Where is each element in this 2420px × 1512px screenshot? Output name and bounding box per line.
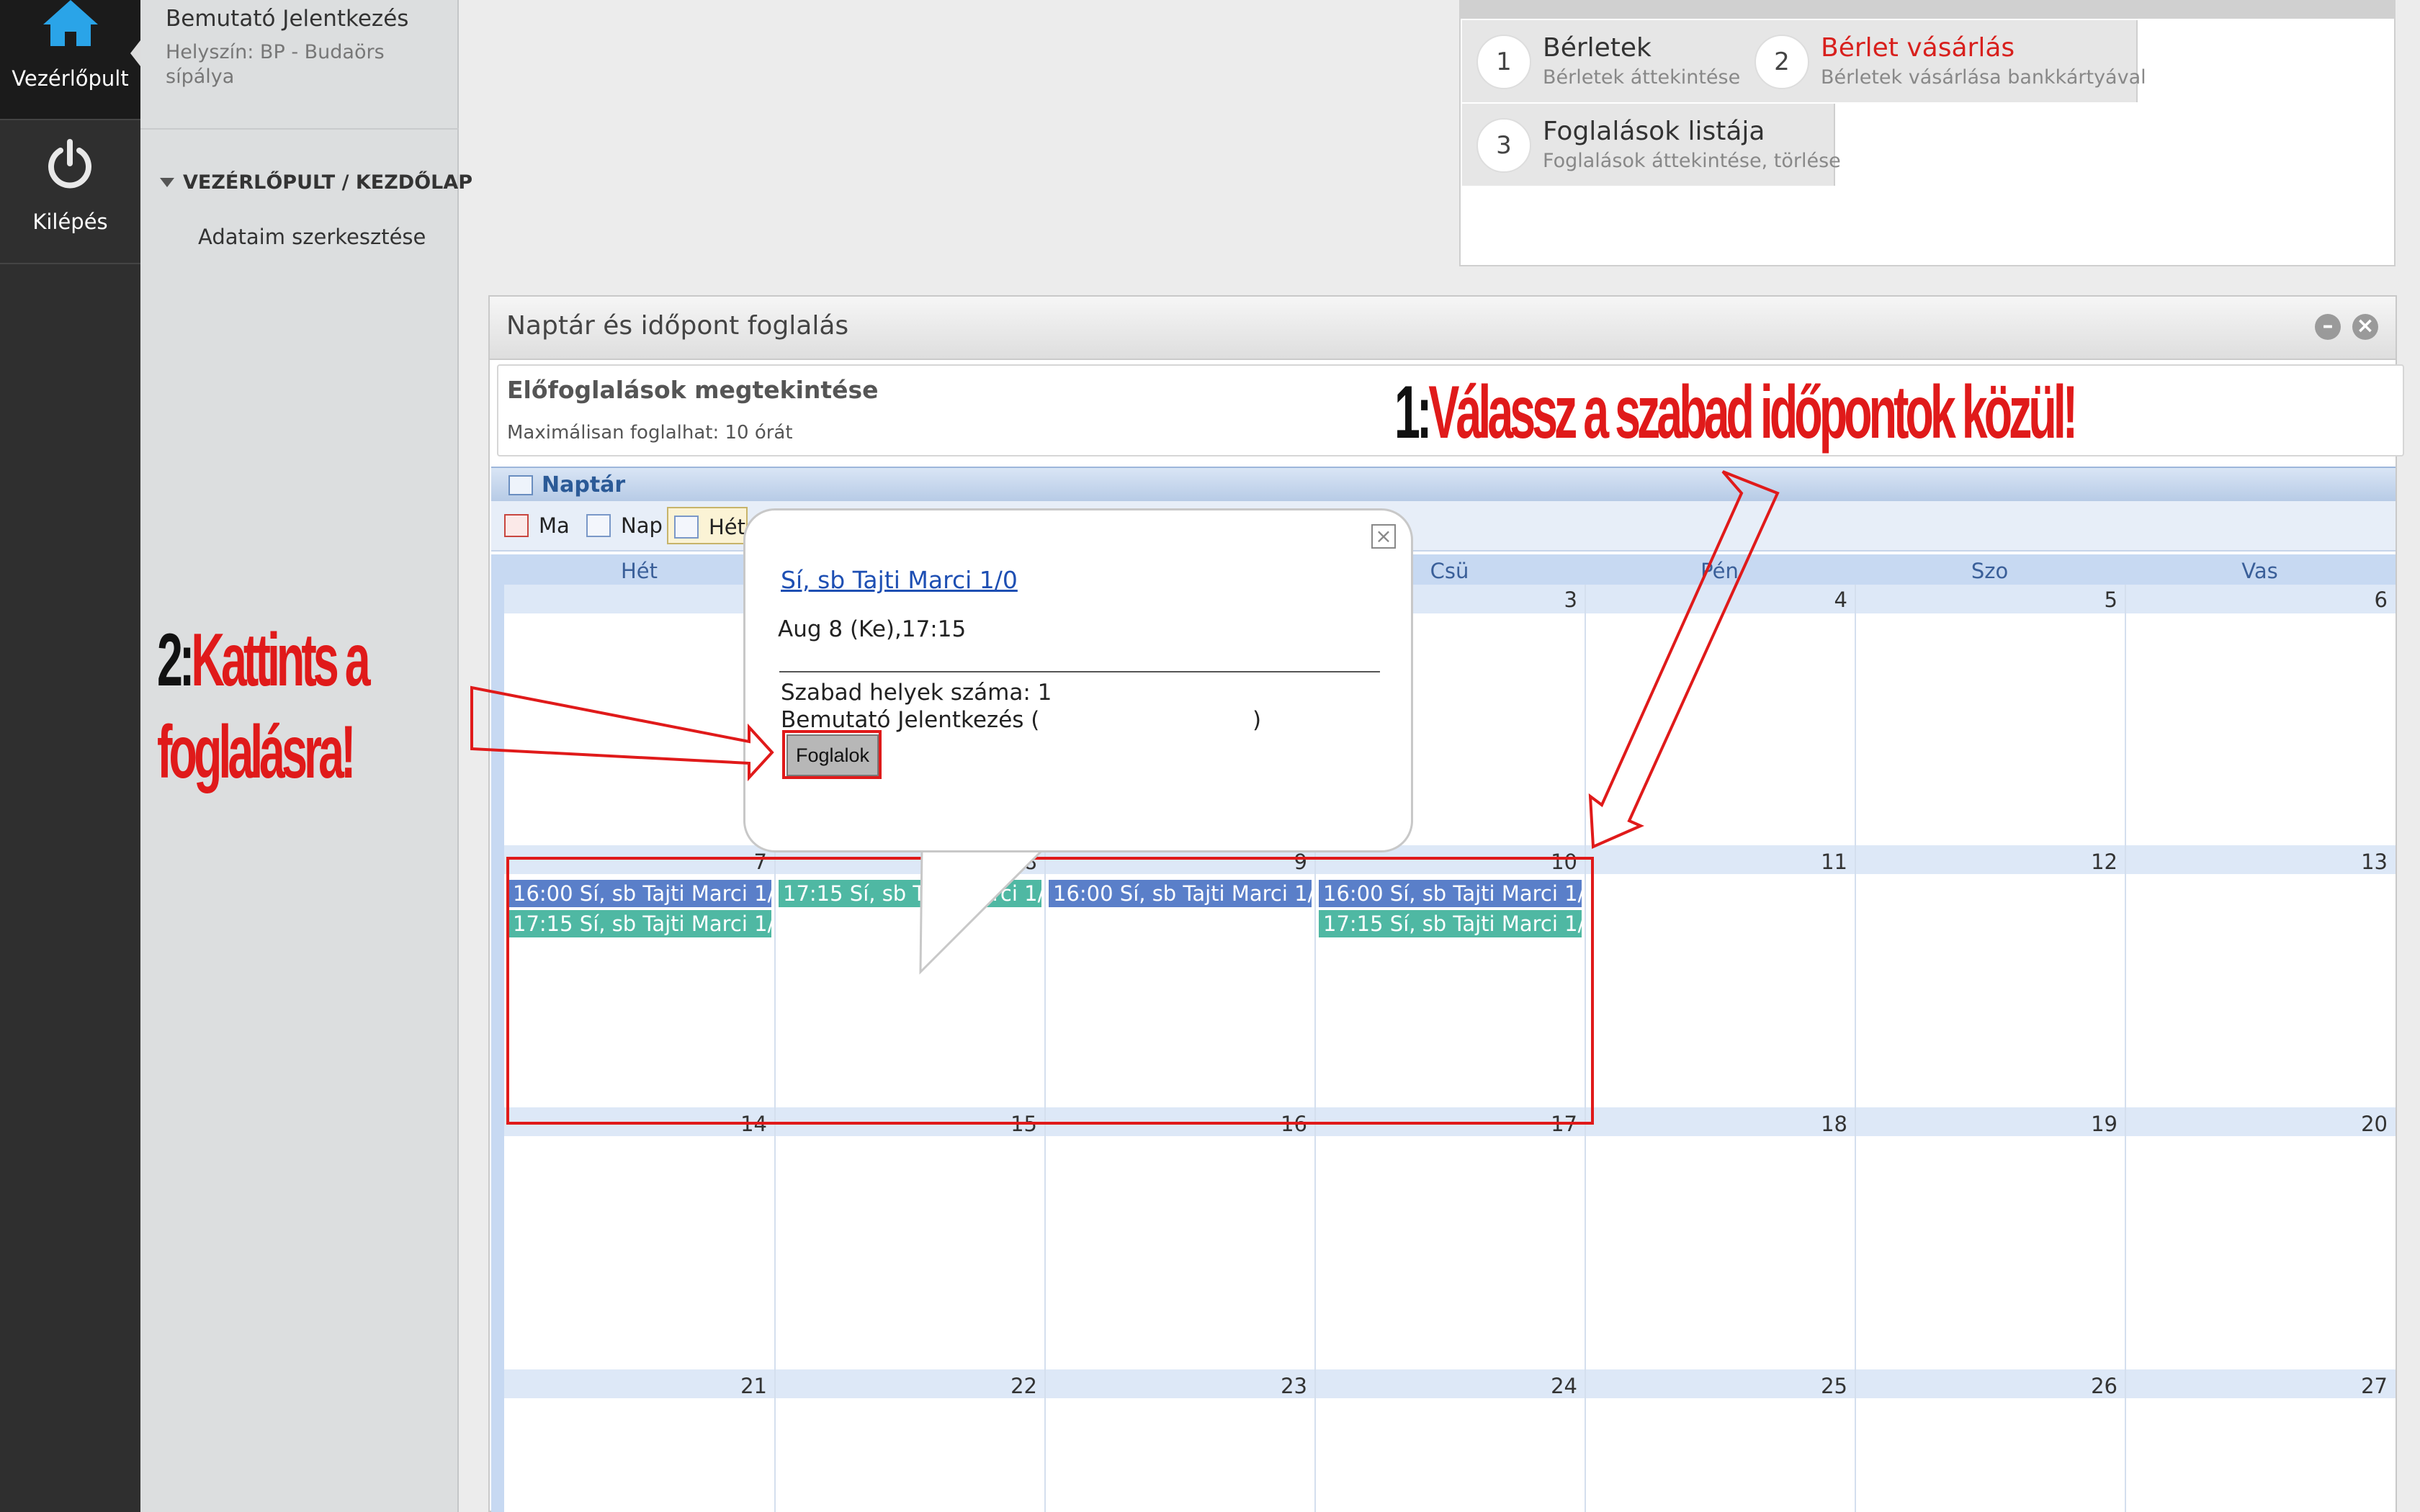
user-name: Bemutató Jelentkezés bbox=[166, 6, 409, 32]
day-number[interactable]: 20 bbox=[2344, 1112, 2388, 1136]
day-number[interactable]: 25 bbox=[1804, 1374, 1847, 1398]
day-number[interactable]: 11 bbox=[1804, 850, 1847, 874]
day-number[interactable]: 3 bbox=[1534, 588, 1577, 612]
nav-logout-label: Kilépés bbox=[32, 210, 108, 234]
today-label: Ma bbox=[539, 513, 570, 538]
shortcut-number: 3 bbox=[1476, 118, 1531, 173]
event-link[interactable]: Sí, sb Tajti Marci 1/0 bbox=[781, 566, 1018, 594]
side-divider bbox=[140, 128, 459, 130]
day-number[interactable]: 26 bbox=[2074, 1374, 2118, 1398]
popup-divider bbox=[779, 671, 1380, 672]
nav-item-logout[interactable]: Kilépés bbox=[0, 126, 140, 264]
day-number[interactable]: 6 bbox=[2344, 588, 2388, 612]
nav-active-pointer bbox=[130, 40, 140, 66]
menu-section-title[interactable]: VEZÉRLŐPULT / KEZDŐLAP bbox=[183, 171, 472, 194]
popup-tail bbox=[919, 848, 1047, 975]
menu-item-edit-profile[interactable]: Adataim szerkesztése bbox=[198, 225, 426, 249]
calendar-panel-title: Naptár bbox=[542, 472, 626, 498]
day-number[interactable]: 13 bbox=[2344, 850, 2388, 874]
calendar-panel-titlebar bbox=[491, 467, 2396, 501]
day-number[interactable]: 5 bbox=[2074, 588, 2118, 612]
shortcut-subtitle: Bérletek vásárlása bankkártyával bbox=[1821, 66, 2146, 89]
event-date: Aug 8 (Ke),17:15 bbox=[778, 616, 967, 642]
shortcut-title: Bérlet vásárlás bbox=[1821, 33, 2015, 63]
calendar-today-icon bbox=[504, 514, 529, 537]
annotation-step-2-num: 2: bbox=[157, 618, 194, 702]
free-places-text: Szabad helyek száma: 1 bbox=[781, 680, 1052, 706]
home-icon bbox=[43, 0, 98, 46]
weekday-label: Hét bbox=[620, 559, 658, 583]
day-number[interactable]: 27 bbox=[2344, 1374, 2388, 1398]
day-label: Nap bbox=[621, 513, 663, 538]
day-number[interactable]: 19 bbox=[2074, 1112, 2118, 1136]
shortcut-title: Foglalások listája bbox=[1543, 117, 1765, 146]
close-icon[interactable]: × bbox=[2352, 314, 2378, 340]
power-icon bbox=[48, 139, 91, 189]
shortcut-number: 1 bbox=[1476, 35, 1531, 89]
shortcut-panel-header bbox=[1459, 0, 2396, 19]
shortcut-number: 2 bbox=[1754, 35, 1809, 89]
calendar-day-icon bbox=[586, 514, 611, 537]
day-number[interactable]: 23 bbox=[1264, 1374, 1307, 1398]
annotation-step-1-text: Válassz a szabad időpontok közül! bbox=[1428, 371, 2078, 454]
weekday-label: Szo bbox=[1971, 559, 2009, 583]
annotation-step-1: 1:Válassz a szabad időpontok közül! bbox=[1394, 371, 2078, 454]
calendar-icon bbox=[508, 475, 533, 495]
annotation-step-2: 2:Kattints a bbox=[157, 618, 371, 702]
day-number[interactable]: 12 bbox=[2074, 850, 2118, 874]
nav-dashboard-label: Vezérlőpult bbox=[12, 66, 129, 91]
day-number[interactable]: 4 bbox=[1804, 588, 1847, 612]
calendar-window-title: Naptár és időpont foglalás bbox=[506, 311, 849, 341]
book-button[interactable]: Foglalok bbox=[786, 734, 879, 776]
user-location: Helyszín: BP - Budaörs sípálya bbox=[166, 41, 385, 88]
week-view-button[interactable]: Hét bbox=[667, 507, 748, 544]
annotation-step-1-num: 1: bbox=[1394, 371, 1432, 454]
calendar-week-icon bbox=[674, 516, 699, 539]
day-number[interactable]: 18 bbox=[1804, 1112, 1847, 1136]
shortcut-tile-bookings[interactable]: 3 Foglalások listája Foglalások áttekint… bbox=[1462, 104, 1841, 186]
annotation-step-2-line2: foglalásra! bbox=[157, 711, 356, 794]
shortcut-tile-passes[interactable]: 1 Bérletek Bérletek áttekintése bbox=[1462, 20, 1742, 102]
minimize-icon[interactable]: – bbox=[2315, 314, 2341, 340]
popup-close-icon[interactable]: × bbox=[1371, 524, 1396, 549]
calendar-left-strip bbox=[491, 585, 504, 1512]
triangle-down-icon[interactable] bbox=[160, 178, 174, 187]
weekday-label: Pén bbox=[1700, 559, 1739, 583]
prebooking-title[interactable]: Előfoglalások megtekintése bbox=[507, 376, 879, 404]
max-hours-text: Maximálisan foglalhat: 10 órát bbox=[507, 422, 793, 444]
day-number[interactable]: 24 bbox=[1534, 1374, 1577, 1398]
shortcut-subtitle: Bérletek áttekintése bbox=[1543, 66, 1741, 89]
booking-user-text: Bemutató Jelentkezés ( ) bbox=[781, 707, 1262, 733]
day-view-button[interactable]: Nap bbox=[581, 507, 663, 544]
day-number[interactable]: 22 bbox=[994, 1374, 1037, 1398]
shortcut-tile-buy-pass[interactable]: 2 Bérlet vásárlás Bérletek vásárlása ban… bbox=[1740, 20, 2146, 102]
annotation-step-2-line1: Kattints a bbox=[191, 618, 370, 702]
shortcut-subtitle: Foglalások áttekintése, törlése bbox=[1543, 150, 1841, 172]
today-button[interactable]: Ma bbox=[498, 507, 576, 544]
grid-line bbox=[2125, 585, 2126, 1512]
grid-line bbox=[1855, 585, 1856, 1512]
shortcut-title: Bérletek bbox=[1543, 33, 1652, 63]
weekday-label: Vas bbox=[2241, 559, 2278, 583]
week-label: Hét bbox=[709, 515, 746, 539]
nav-item-dashboard[interactable]: Vezérlőpult bbox=[0, 0, 140, 120]
day-number[interactable]: 21 bbox=[724, 1374, 767, 1398]
